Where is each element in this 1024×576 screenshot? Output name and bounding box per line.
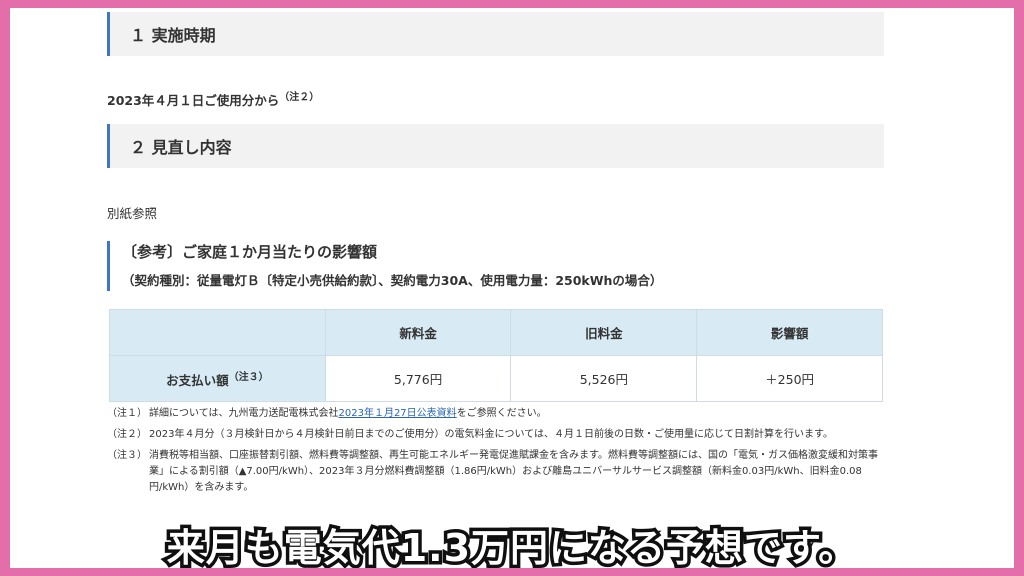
table-header-old-fee: 旧料金 — [510, 309, 698, 356]
table-cell-old-fee: 5,526円 — [510, 355, 698, 402]
section-heading-revision: ２ 見直し内容 — [107, 124, 884, 168]
video-subtitle-caption: 来月も電気代1.3万円になる予想です。 — [163, 523, 860, 569]
note-body: 消費税等相当額、口座振替割引額、燃料費等調整額、再生可能エネルギー発電促進賦課金… — [149, 450, 878, 493]
table-cell-impact: ＋250円 — [696, 355, 883, 402]
note-mark: （注１） — [107, 408, 147, 419]
table-row-label: お支払い額（注３） — [109, 355, 326, 402]
note-text-before: 詳細については、九州電力送配電株式会社 — [149, 408, 339, 419]
row-label-text: お支払い額 — [166, 373, 229, 389]
table-header-impact: 影響額 — [696, 309, 883, 356]
notes-list: （注１） 詳細については、九州電力送配電株式会社2023年１月27日公表資料をご… — [107, 406, 884, 501]
table-header-row: 新料金 旧料金 影響額 — [109, 309, 883, 356]
revision-text: 別紙参照 — [107, 206, 158, 221]
note-body: 詳細については、九州電力送配電株式会社2023年１月27日公表資料をご参照くださ… — [149, 406, 884, 422]
fee-table: 新料金 旧料金 影響額 お支払い額（注３） 5,776円 5,526円 ＋250… — [109, 309, 883, 402]
reference-subtitle: （契約種別：従量電灯Ｂ〔特定小売供給約款〕、契約電力30A、使用電力量：250k… — [122, 273, 663, 288]
table-header-empty — [109, 309, 326, 356]
reference-title: 〔参考〕ご家庭１か月当たりの影響額 — [122, 243, 378, 261]
section-heading-schedule-text: １ 実施時期 — [130, 26, 216, 45]
note-body: 2023年４月分（３月検針日から４月検針日前日までのご使用分）の電気料金について… — [149, 429, 833, 440]
note-text-after: をご参照ください。 — [456, 408, 547, 419]
note-mark: （注３） — [107, 450, 147, 461]
schedule-text-body: 2023年４月１日ご使用分から — [107, 93, 280, 109]
table-header-new-fee: 新料金 — [324, 309, 512, 356]
note-mark: （注２） — [107, 429, 147, 440]
note-item: （注１） 詳細については、九州電力送配電株式会社2023年１月27日公表資料をご… — [107, 406, 884, 422]
section-heading-revision-text: ２ 見直し内容 — [130, 138, 232, 157]
table-cell-new-fee: 5,776円 — [324, 355, 512, 402]
schedule-text: 2023年４月１日ご使用分から（注２） — [107, 88, 319, 109]
page: １ 実施時期 2023年４月１日ご使用分から（注２） ２ 見直し内容 別紙参照 … — [10, 8, 1014, 568]
reference-block: 〔参考〕ご家庭１か月当たりの影響額 （契約種別：従量電灯Ｂ〔特定小売供給約款〕、… — [107, 241, 807, 291]
schedule-note-ref: （注２） — [279, 92, 320, 103]
row-note-ref: （注３） — [228, 371, 269, 383]
note-item: （注２） 2023年４月分（３月検針日から４月検針日前日までのご使用分）の電気料… — [107, 427, 884, 443]
announcement-link[interactable]: 2023年１月27日公表資料 — [339, 408, 457, 419]
section-heading-schedule: １ 実施時期 — [107, 12, 884, 56]
note-item: （注３） 消費税等相当額、口座振替割引額、燃料費等調整額、再生可能エネルギー発電… — [107, 448, 884, 496]
table-row: お支払い額（注３） 5,776円 5,526円 ＋250円 — [109, 355, 883, 402]
